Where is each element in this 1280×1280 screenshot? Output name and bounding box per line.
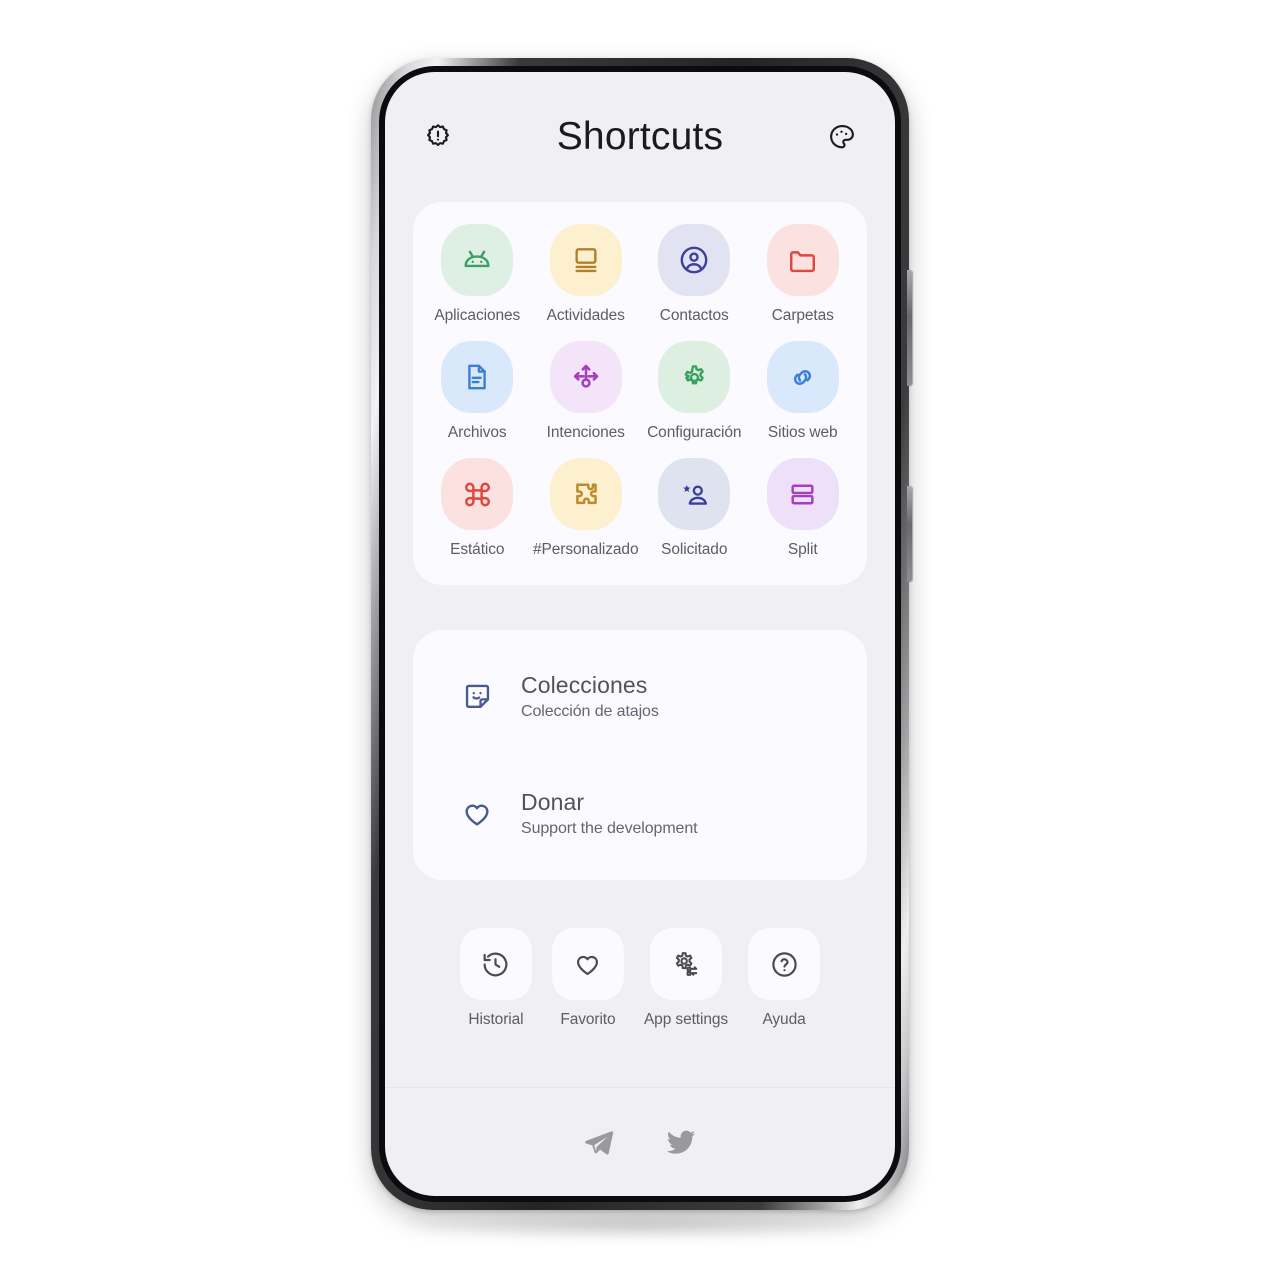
shortcut-tile: [441, 341, 514, 413]
shortcut-actividades[interactable]: Actividades: [532, 224, 641, 325]
shortcut-tile: [441, 458, 514, 530]
list-item-text: Colecciones Colección de atajos: [521, 672, 659, 721]
list-item-colecciones[interactable]: Colecciones Colección de atajos: [413, 660, 867, 733]
volume-button[interactable]: [907, 486, 912, 582]
shortcut-tile: [658, 458, 731, 530]
list-item-text: Donar Support the development: [521, 789, 698, 838]
quick-actions-row: Historial Favorito App settings Ayuda: [413, 928, 867, 1029]
quick-action-tile: [459, 928, 532, 1001]
shortcut-tile: [658, 224, 731, 296]
shortcut-label: Configuración: [647, 424, 742, 441]
shortcut-tile: [549, 458, 622, 530]
telegram-icon[interactable]: [577, 1120, 621, 1164]
twitter-icon[interactable]: [659, 1120, 703, 1164]
page-title: Shortcuts: [556, 115, 724, 158]
quick-action-favorito[interactable]: Favorito: [551, 928, 624, 1029]
shortcut-tile: [549, 341, 622, 413]
phone-drop-shadow: [400, 1212, 880, 1238]
quick-action-label: App settings: [643, 1011, 729, 1029]
sticker-smile-icon: [457, 677, 497, 717]
shortcut-tile: [441, 224, 514, 296]
shortcut-split[interactable]: Split: [749, 458, 858, 559]
shortcut-sitios-web[interactable]: Sitios web: [749, 341, 858, 442]
list-item-subtitle: Colección de atajos: [521, 703, 659, 721]
content-scroll-area: Aplicaciones Actividades Contactos Carpe…: [385, 202, 895, 1087]
quick-action-app-settings[interactable]: App settings: [644, 928, 728, 1029]
power-button[interactable]: [907, 270, 912, 386]
shortcut-contactos[interactable]: Contactos: [640, 224, 749, 325]
list-item-subtitle: Support the development: [521, 820, 698, 838]
shortcut-tile: [766, 341, 839, 413]
shortcut-intenciones[interactable]: Intenciones: [532, 341, 641, 442]
shortcut-label: Sitios web: [767, 424, 838, 441]
shortcut-label: Carpetas: [771, 307, 834, 324]
shortcut-configuracion[interactable]: Configuración: [640, 341, 749, 442]
shortcut-label: #Personalizado: [533, 541, 639, 558]
shortcut-estatico[interactable]: Estático: [423, 458, 532, 559]
shortcut-label: Actividades: [546, 307, 625, 324]
shortcut-label: Intenciones: [546, 424, 625, 441]
shortcut-tile: [549, 224, 622, 296]
quick-action-tile: [649, 928, 722, 1001]
list-item-title: Donar: [521, 789, 585, 816]
palette-icon[interactable]: [819, 114, 865, 160]
shortcut-tile: [766, 224, 839, 296]
shortcut-solicitado[interactable]: Solicitado: [640, 458, 749, 559]
shortcut-archivos[interactable]: Archivos: [423, 341, 532, 442]
list-item-title: Colecciones: [521, 672, 648, 698]
shortcut-label: Estático: [450, 541, 505, 558]
shortcut-aplicaciones[interactable]: Aplicaciones: [423, 224, 532, 325]
shortcut-label: Contactos: [659, 307, 729, 324]
shortcut-label: Archivos: [447, 424, 507, 441]
heart-icon: [457, 794, 497, 834]
quick-action-label: Favorito: [560, 1011, 616, 1029]
links-card: Colecciones Colección de atajos Donar Su…: [413, 630, 867, 881]
shortcut-label: Split: [787, 541, 818, 558]
shortcut-carpetas[interactable]: Carpetas: [749, 224, 858, 325]
quick-action-label: Ayuda: [762, 1011, 806, 1029]
quick-action-ayuda[interactable]: Ayuda: [748, 928, 821, 1029]
list-item-donar[interactable]: Donar Support the development: [413, 777, 867, 850]
shortcut-personalizado[interactable]: #Personalizado: [532, 458, 641, 559]
app-bar: Shortcuts: [385, 72, 895, 202]
shortcut-label: Aplicaciones: [434, 307, 521, 324]
quick-action-historial[interactable]: Historial: [459, 928, 532, 1029]
shortcuts-grid: Aplicaciones Actividades Contactos Carpe…: [423, 224, 857, 559]
shortcut-tile: [766, 458, 839, 530]
quick-action-tile: [551, 928, 624, 1001]
footer-social-bar: [385, 1087, 895, 1196]
quick-action-label: Historial: [468, 1011, 524, 1029]
quick-action-tile: [748, 928, 821, 1001]
badge-alert-icon[interactable]: [415, 114, 461, 160]
shortcuts-card: Aplicaciones Actividades Contactos Carpe…: [413, 202, 867, 585]
shortcut-label: Solicitado: [661, 541, 728, 558]
phone-screen: Shortcuts Aplicaciones Actividades Conta…: [385, 72, 895, 1196]
shortcut-tile: [658, 341, 731, 413]
